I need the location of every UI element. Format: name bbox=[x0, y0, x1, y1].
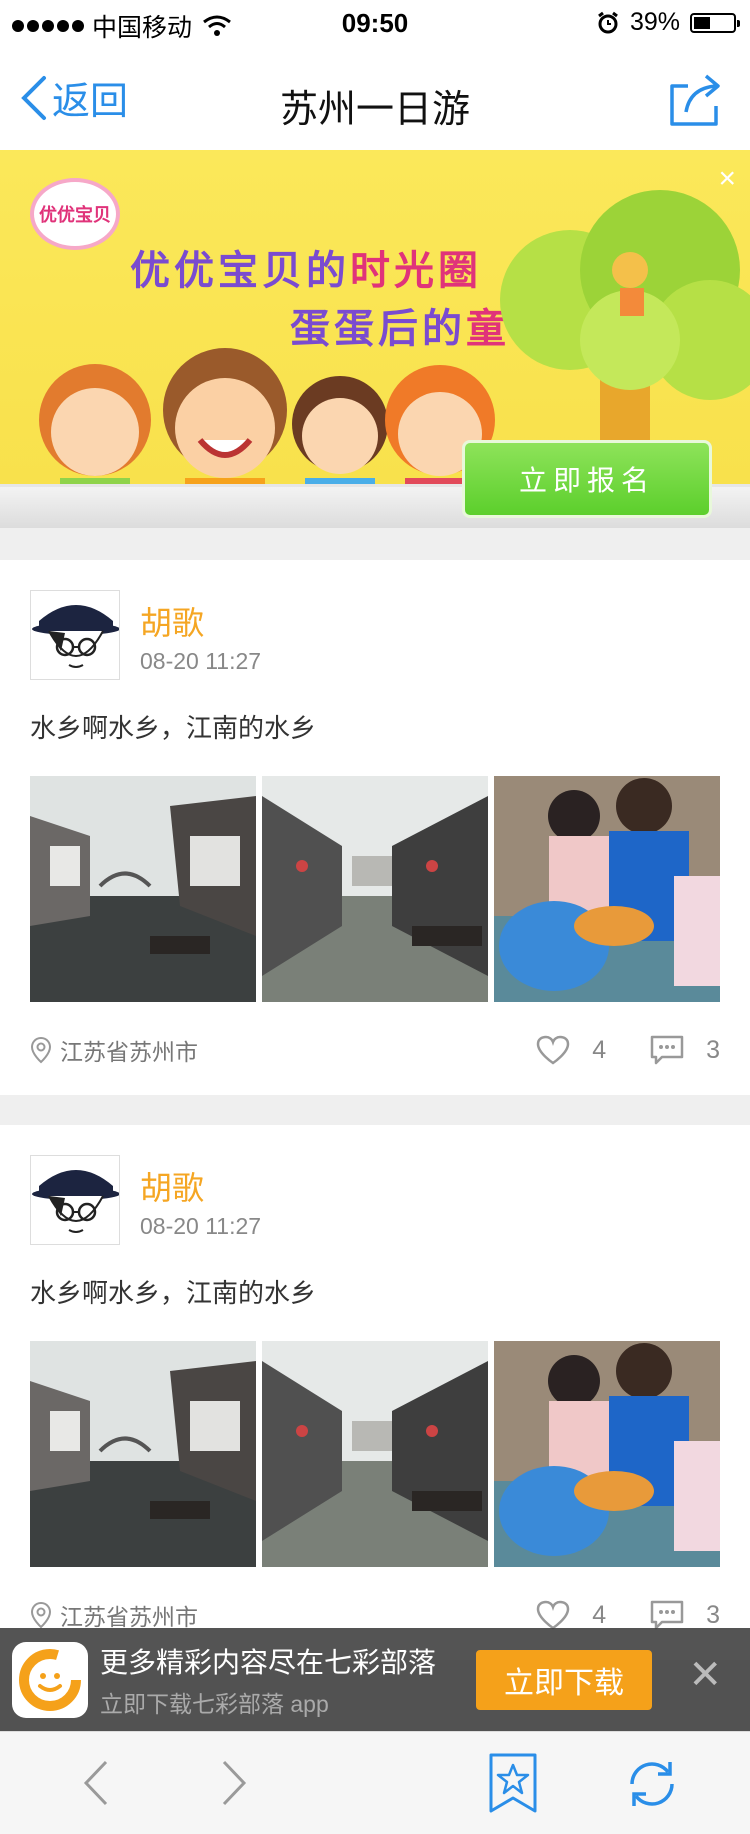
post-stats: 4 3 bbox=[492, 1600, 720, 1630]
like-button[interactable]: 4 bbox=[536, 1035, 606, 1065]
like-count: 4 bbox=[592, 1600, 607, 1629]
comment-count: 3 bbox=[706, 1600, 720, 1629]
banner-logo: 优优宝贝 bbox=[30, 178, 120, 250]
chevron-right-icon bbox=[222, 1760, 247, 1806]
battery-percent: 39% bbox=[629, 8, 680, 36]
photo-grid bbox=[30, 776, 720, 1002]
comment-button[interactable]: 3 bbox=[650, 1035, 720, 1065]
photo-grid bbox=[30, 1341, 720, 1567]
battery-icon bbox=[690, 12, 740, 33]
location-label: 江苏省苏州市 bbox=[60, 1604, 198, 1630]
photo-thumbnail[interactable] bbox=[30, 1341, 256, 1567]
banner-close-button[interactable]: × bbox=[718, 162, 736, 196]
comment-count: 3 bbox=[706, 1035, 720, 1064]
avatar[interactable] bbox=[30, 590, 120, 680]
refresh-icon bbox=[630, 1762, 674, 1806]
post-text: 水乡啊水乡，江南的水乡 bbox=[30, 713, 317, 743]
browser-toolbar bbox=[0, 1731, 750, 1834]
heart-icon bbox=[536, 1035, 570, 1065]
back-nav-button[interactable] bbox=[80, 1758, 110, 1813]
photo-thumbnail[interactable] bbox=[262, 776, 488, 1002]
signup-button[interactable]: 立即报名 bbox=[462, 440, 712, 518]
promo-close-button[interactable]: ✕ bbox=[688, 1652, 722, 1698]
photo-thumbnail[interactable] bbox=[262, 1341, 488, 1567]
nav-bar: 返回 苏州一日游 bbox=[0, 48, 750, 150]
photo-thumbnail[interactable] bbox=[494, 776, 720, 1002]
post-card[interactable]: 胡歌 08-20 11:27 水乡啊水乡，江南的水乡 江苏省苏州市 4 3 bbox=[0, 1125, 750, 1660]
post-footer: 江苏省苏州市 4 3 bbox=[30, 1030, 720, 1070]
location: 江苏省苏州市 bbox=[30, 1033, 198, 1067]
bookmark-button[interactable] bbox=[488, 1752, 538, 1819]
location-pin-icon bbox=[30, 1601, 52, 1629]
like-count: 4 bbox=[592, 1035, 607, 1064]
comment-button[interactable]: 3 bbox=[650, 1600, 720, 1630]
location-pin-icon bbox=[30, 1036, 52, 1064]
download-button[interactable]: 立即下载 bbox=[476, 1650, 652, 1710]
refresh-button[interactable] bbox=[624, 1756, 680, 1817]
comment-icon bbox=[650, 1600, 684, 1630]
promo-banner[interactable]: 优优宝贝 优优宝贝的时光圈 蛋蛋后的童年回忆 × 立即报名 bbox=[0, 150, 750, 528]
promo-text: 更多精彩内容尽在七彩部落 立即下载七彩部落 app bbox=[100, 1641, 436, 1719]
photo-thumbnail[interactable] bbox=[494, 1341, 720, 1567]
post-card[interactable]: 胡歌 08-20 11:27 水乡啊水乡，江南的水乡 江苏省苏州市 4 3 bbox=[0, 560, 750, 1095]
post-stats: 4 3 bbox=[492, 1035, 720, 1065]
location: 江苏省苏州市 bbox=[30, 1598, 198, 1632]
alarm-icon bbox=[598, 11, 618, 33]
promo-subtitle: 立即下载七彩部落 app bbox=[100, 1690, 329, 1717]
post-time: 08-20 11:27 bbox=[140, 648, 262, 674]
avatar[interactable] bbox=[30, 1155, 120, 1245]
heart-icon bbox=[536, 1600, 570, 1630]
author-name[interactable]: 胡歌 bbox=[140, 598, 204, 644]
promo-title: 更多精彩内容尽在七彩部落 bbox=[100, 1646, 437, 1678]
forward-nav-button[interactable] bbox=[220, 1758, 250, 1813]
comment-icon bbox=[650, 1035, 684, 1065]
bookmark-star-icon bbox=[489, 1753, 537, 1813]
like-button[interactable]: 4 bbox=[536, 1600, 606, 1630]
app-download-bar: 更多精彩内容尽在七彩部落 立即下载七彩部落 app 立即下载 ✕ bbox=[0, 1628, 750, 1731]
share-icon bbox=[670, 74, 720, 126]
post-time: 08-20 11:27 bbox=[140, 1213, 262, 1239]
post-text: 水乡啊水乡，江南的水乡 bbox=[30, 1278, 317, 1308]
share-button[interactable] bbox=[666, 72, 726, 133]
author-name[interactable]: 胡歌 bbox=[140, 1163, 204, 1209]
page-title: 苏州一日游 bbox=[279, 89, 470, 131]
status-right: 39% bbox=[596, 8, 740, 37]
app-logo-icon bbox=[12, 1641, 88, 1718]
status-bar: 中国移动 09:50 39% bbox=[0, 0, 750, 48]
banner-headline-1: 优优宝贝的时光圈 bbox=[130, 247, 482, 294]
chevron-left-icon bbox=[83, 1760, 108, 1806]
location-label: 江苏省苏州市 bbox=[60, 1039, 198, 1065]
photo-thumbnail[interactable] bbox=[30, 776, 256, 1002]
